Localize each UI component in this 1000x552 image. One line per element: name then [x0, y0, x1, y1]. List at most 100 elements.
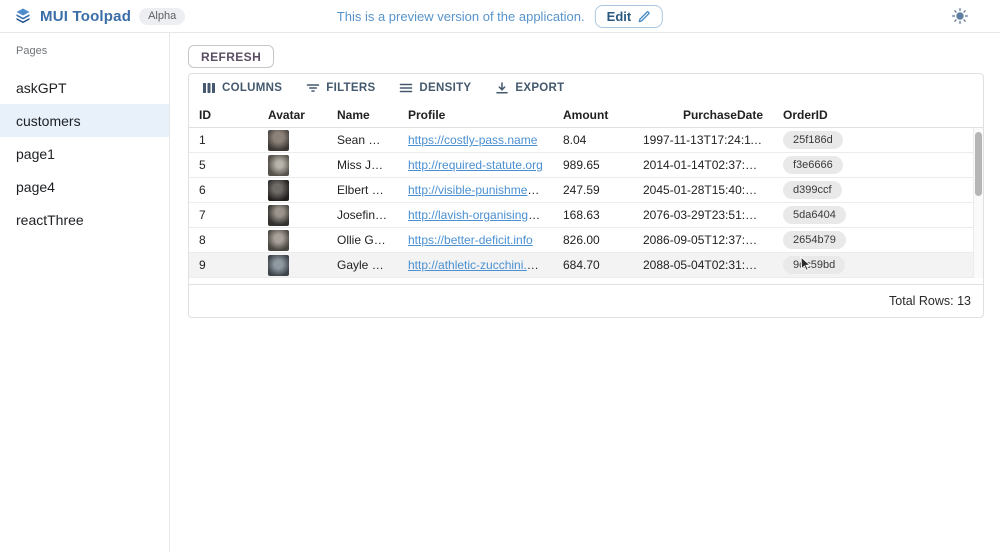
avatar	[268, 155, 289, 176]
table-row[interactable]: 9 Gayle Den… http://athletic-zucchini.or…	[189, 253, 983, 278]
avatar	[268, 205, 289, 226]
orderid-chip: 2654b79	[783, 231, 846, 249]
edit-button-label: Edit	[607, 9, 632, 24]
sidebar-item-customers[interactable]: customers	[0, 104, 169, 137]
cell-profile: https://costly-pass.name	[398, 133, 553, 147]
sidebar-item-reactthree[interactable]: reactThree	[0, 203, 169, 236]
avatar	[268, 255, 289, 276]
avatar	[268, 230, 289, 251]
page-content: REFRESH COLUMNS FILTERS	[170, 33, 1000, 552]
table-row[interactable]: 1 Sean Harris https://costly-pass.name 8…	[189, 128, 983, 153]
layers-icon	[14, 7, 32, 25]
vertical-scrollbar[interactable]	[973, 128, 983, 278]
alpha-badge: Alpha	[139, 8, 185, 25]
filters-button-label: FILTERS	[326, 82, 375, 94]
cell-profile: http://athletic-zucchini.org	[398, 258, 553, 272]
sidebar-item-askgpt[interactable]: askGPT	[0, 71, 169, 104]
app-title: MUI Toolpad	[40, 8, 131, 25]
profile-link[interactable]: http://required-statute.org	[408, 158, 543, 172]
cell-orderid: 25f186d	[773, 131, 873, 149]
profile-link[interactable]: http://visible-punishment.net	[408, 183, 553, 197]
refresh-button[interactable]: REFRESH	[188, 45, 274, 68]
columns-button-label: COLUMNS	[222, 82, 282, 94]
data-grid-footer: Total Rows: 13	[189, 284, 983, 317]
profile-link[interactable]: http://athletic-zucchini.org	[408, 258, 544, 272]
sidebar-item-label: reactThree	[16, 212, 84, 228]
sidebar-item-page4[interactable]: page4	[0, 170, 169, 203]
sun-icon	[952, 8, 968, 24]
column-header-purchasedate[interactable]: PurchaseDate	[633, 108, 773, 122]
pencil-icon	[638, 10, 651, 23]
density-button-label: DENSITY	[419, 82, 471, 94]
orderid-chip: d399ccf	[783, 181, 842, 199]
cell-avatar	[258, 155, 327, 176]
profile-link[interactable]: https://better-deficit.info	[408, 233, 533, 247]
cell-orderid: f3e6666	[773, 156, 873, 174]
profile-link[interactable]: https://costly-pass.name	[408, 133, 537, 147]
cell-profile: http://lavish-organising.name	[398, 208, 553, 222]
cell-profile: http://visible-punishment.net	[398, 183, 553, 197]
preview-banner-text: This is a preview version of the applica…	[337, 9, 585, 24]
table-row[interactable]: 8 Ollie Green… https://better-deficit.in…	[189, 228, 983, 253]
cell-name: Miss Juan …	[327, 158, 398, 172]
download-icon	[495, 81, 509, 95]
cell-purchasedate: 2086-09-05T12:37:27.015Z	[633, 233, 773, 247]
sidebar-item-page1[interactable]: page1	[0, 137, 169, 170]
cell-name: Elbert McL…	[327, 183, 398, 197]
cell-name: Sean Harris	[327, 133, 398, 147]
scrollbar-thumb[interactable]	[975, 132, 982, 196]
cell-avatar	[258, 180, 327, 201]
cell-profile: http://required-statute.org	[398, 158, 553, 172]
cell-amount: 168.63	[553, 208, 633, 222]
cell-avatar	[258, 130, 327, 151]
data-grid-toolbar: COLUMNS FILTERS DENSITY	[189, 74, 983, 102]
columns-button[interactable]: COLUMNS	[198, 78, 286, 98]
cell-purchasedate: 2045-01-28T15:40:06.325Z	[633, 183, 773, 197]
export-button[interactable]: EXPORT	[491, 78, 568, 98]
data-grid-rows: 1 Sean Harris https://costly-pass.name 8…	[189, 128, 983, 278]
sidebar-item-label: askGPT	[16, 80, 67, 96]
cell-orderid: d399ccf	[773, 181, 873, 199]
cell-orderid: 9dc59bd	[773, 256, 873, 274]
column-header-id[interactable]: ID	[189, 108, 258, 122]
column-header-amount[interactable]: Amount	[553, 108, 633, 122]
sidebar-item-label: page1	[16, 146, 55, 162]
cell-avatar	[258, 255, 327, 276]
filters-button[interactable]: FILTERS	[302, 78, 379, 98]
table-row[interactable]: 7 Josefina P… http://lavish-organising.n…	[189, 203, 983, 228]
app-brand: MUI Toolpad Alpha	[14, 7, 185, 25]
sidebar-section-label: Pages	[0, 45, 169, 57]
orderid-chip: f3e6666	[783, 156, 843, 174]
table-row[interactable]: 6 Elbert McL… http://visible-punishment.…	[189, 178, 983, 203]
column-header-avatar[interactable]: Avatar	[258, 108, 327, 122]
data-grid-header-row: ID Avatar Name Profile Amount PurchaseDa…	[189, 102, 983, 128]
cell-id: 1	[189, 133, 258, 147]
cell-amount: 989.65	[553, 158, 633, 172]
profile-link[interactable]: http://lavish-organising.name	[408, 208, 553, 222]
export-button-label: EXPORT	[515, 82, 564, 94]
cell-profile: https://better-deficit.info	[398, 233, 553, 247]
avatar	[268, 130, 289, 151]
column-header-profile[interactable]: Profile	[398, 108, 553, 122]
orderid-chip: 25f186d	[783, 131, 843, 149]
cell-name: Ollie Green…	[327, 233, 398, 247]
edit-button[interactable]: Edit	[595, 5, 664, 28]
theme-toggle-button[interactable]	[948, 4, 972, 28]
sidebar-item-label: customers	[16, 113, 81, 129]
cell-id: 9	[189, 258, 258, 272]
column-header-name[interactable]: Name	[327, 108, 398, 122]
cell-amount: 684.70	[553, 258, 633, 272]
view-columns-icon	[202, 81, 216, 95]
cell-avatar	[258, 205, 327, 226]
data-grid: COLUMNS FILTERS DENSITY	[188, 73, 984, 318]
avatar	[268, 180, 289, 201]
cell-name: Gayle Den…	[327, 258, 398, 272]
sidebar: Pages askGPT customers page1 page4 react…	[0, 33, 170, 552]
orderid-chip: 9dc59bd	[783, 256, 845, 274]
cell-purchasedate: 2088-05-04T02:31:03.294Z	[633, 258, 773, 272]
density-lines-icon	[399, 81, 413, 95]
column-header-orderid[interactable]: OrderID	[773, 108, 873, 122]
density-button[interactable]: DENSITY	[395, 78, 475, 98]
table-row[interactable]: 5 Miss Juan … http://required-statute.or…	[189, 153, 983, 178]
orderid-chip: 5da6404	[783, 206, 846, 224]
